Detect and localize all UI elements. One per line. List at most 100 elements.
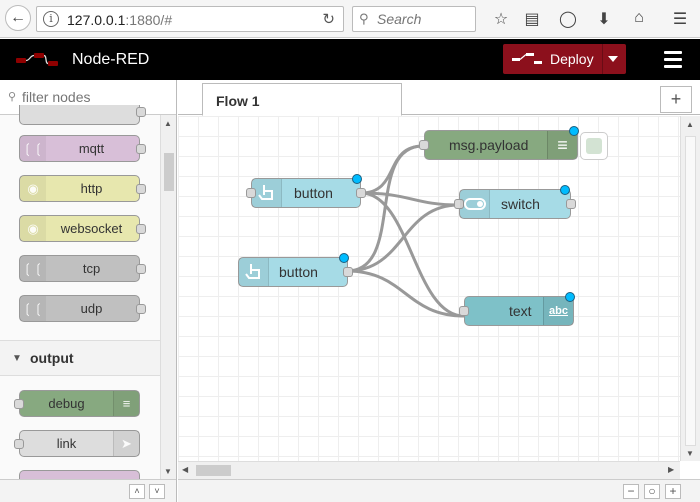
wifi-icon: ❲❲ <box>20 296 46 321</box>
expand-all-button[interactable]: ˅ <box>149 484 165 499</box>
palette-node-http[interactable]: ◉ http <box>19 175 146 202</box>
output-port[interactable] <box>136 224 146 234</box>
flow-node-switch[interactable]: switch <box>454 185 576 219</box>
output-port[interactable] <box>136 144 146 154</box>
deploy-dropdown-icon[interactable] <box>608 56 618 62</box>
canvas-vertical-scrollbar[interactable]: ▲ ▼ <box>680 116 700 461</box>
browser-search-input[interactable] <box>377 11 471 27</box>
debug-list-icon: ≡ <box>113 391 139 416</box>
node-palette: ⚲ ❲❲ mqtt ◉ http ◉ websocket ❲❲ tcp ❲❲ u… <box>0 80 177 502</box>
palette-scrollbar[interactable]: ▲ ▼ <box>160 115 176 479</box>
globe-icon: ◉ <box>20 176 46 201</box>
palette-node-label: tcp <box>82 261 101 276</box>
palette-node-mqtt[interactable]: ❲❲ mqtt <box>19 135 146 162</box>
zoom-reset-button[interactable]: ○ <box>644 484 660 499</box>
output-port[interactable] <box>343 267 353 277</box>
scrollbar-thumb[interactable] <box>685 136 696 446</box>
tab-flow-1[interactable]: Flow 1 <box>202 83 402 116</box>
scroll-up-icon[interactable]: ▲ <box>686 120 694 129</box>
changed-indicator <box>560 185 570 195</box>
collapse-all-button[interactable]: ˄ <box>129 484 145 499</box>
wires <box>346 144 465 318</box>
palette-node-link[interactable]: link ➤ <box>14 430 140 457</box>
chevron-down-icon: ▼ <box>12 353 22 364</box>
flow-node-label: switch <box>501 196 540 212</box>
flow-node-button-1[interactable]: button <box>251 174 366 208</box>
scroll-up-icon[interactable]: ▲ <box>164 119 172 128</box>
palette-node-partial-bottom[interactable] <box>19 470 140 479</box>
output-port[interactable] <box>136 107 146 117</box>
flow-node-button-2[interactable]: button <box>238 253 353 287</box>
scroll-right-icon[interactable]: ▶ <box>668 465 674 474</box>
canvas-horizontal-scrollbar[interactable]: ◀ ▶ <box>178 461 680 479</box>
scroll-left-icon[interactable]: ◀ <box>182 465 188 474</box>
zoom-in-button[interactable]: + <box>665 484 681 499</box>
deploy-label: Deploy <box>550 51 594 67</box>
scroll-down-icon[interactable]: ▼ <box>164 467 172 476</box>
browser-search-box[interactable]: ⚲ <box>352 6 476 32</box>
changed-indicator <box>352 174 362 184</box>
input-port[interactable] <box>419 140 429 150</box>
reload-icon[interactable]: ↻ <box>322 10 335 28</box>
scroll-down-icon[interactable]: ▼ <box>686 449 694 458</box>
abc-icon-label: abc <box>549 305 568 317</box>
flow-node-label: msg.payload <box>449 137 529 153</box>
main-menu-icon[interactable] <box>664 51 682 72</box>
flow-node-text[interactable]: text abc <box>459 292 575 326</box>
palette-node-partial[interactable] <box>19 105 146 125</box>
category-label: output <box>30 350 74 366</box>
palette-node-tcp[interactable]: ❲❲ tcp <box>19 255 146 282</box>
output-port[interactable] <box>136 304 146 314</box>
palette-node-websocket[interactable]: ◉ websocket <box>19 215 146 242</box>
link-arrow-icon: ➤ <box>113 431 139 456</box>
changed-indicator <box>565 292 575 302</box>
flow-node-label: button <box>294 185 333 201</box>
scrollbar-thumb[interactable] <box>164 153 174 191</box>
download-icon[interactable]: ⬇ <box>594 9 614 29</box>
zoom-out-button[interactable]: − <box>623 484 639 499</box>
search-icon: ⚲ <box>8 91 17 103</box>
toggle-icon <box>460 190 490 218</box>
output-port[interactable] <box>136 264 146 274</box>
palette-category-output[interactable]: ▼ output <box>0 340 160 376</box>
url-bar[interactable]: i 127.0.0.1:1880/# ↻ <box>36 6 344 32</box>
palette-node-label: udp <box>80 301 103 316</box>
add-flow-button[interactable]: + <box>660 86 692 113</box>
wire[interactable] <box>346 203 460 273</box>
browser-menu-icon[interactable]: ☰ <box>670 9 690 29</box>
scrollbar-thumb[interactable] <box>196 465 231 476</box>
filter-nodes-input[interactable] <box>22 89 162 105</box>
input-port[interactable] <box>14 399 24 409</box>
touch-icon <box>252 179 282 207</box>
wifi-icon: ❲❲ <box>20 256 46 281</box>
debug-toggle-button[interactable] <box>580 132 608 160</box>
pocket-icon[interactable]: ◯ <box>558 9 578 29</box>
home-icon[interactable]: ⌂ <box>629 9 649 27</box>
output-port[interactable] <box>136 184 146 194</box>
workspace-tabs: Flow 1 + <box>178 80 700 116</box>
changed-indicator <box>339 253 349 263</box>
input-port[interactable] <box>14 439 24 449</box>
flow-canvas[interactable]: button button msg.payload ≡ switch text … <box>178 116 680 461</box>
output-port[interactable] <box>356 188 366 198</box>
input-port[interactable] <box>459 306 469 316</box>
reading-list-icon[interactable]: ▤ <box>522 9 542 29</box>
url-text: 127.0.0.1:1880/# <box>67 12 173 28</box>
tab-label: Flow 1 <box>216 93 260 109</box>
input-port[interactable] <box>246 188 256 198</box>
flow-node-debug-msg-payload[interactable]: msg.payload ≡ <box>419 126 579 160</box>
bookmark-star-icon[interactable]: ☆ <box>491 9 511 29</box>
deploy-button[interactable]: Deploy <box>503 44 626 74</box>
palette-node-label: websocket <box>60 221 123 236</box>
palette-node-debug[interactable]: debug ≡ <box>14 390 140 417</box>
workspace-footer: − ○ + <box>178 479 700 502</box>
palette-node-udp[interactable]: ❲❲ udp <box>19 295 146 322</box>
palette-footer: ˄ ˅ <box>0 479 176 502</box>
changed-indicator <box>569 126 579 136</box>
back-button[interactable]: ← <box>5 5 31 31</box>
site-info-icon[interactable]: i <box>43 11 59 27</box>
wifi-icon: ❲❲ <box>20 136 46 161</box>
palette-node-label: mqtt <box>78 141 105 156</box>
output-port[interactable] <box>566 199 576 209</box>
app-title: Node-RED <box>72 51 150 68</box>
